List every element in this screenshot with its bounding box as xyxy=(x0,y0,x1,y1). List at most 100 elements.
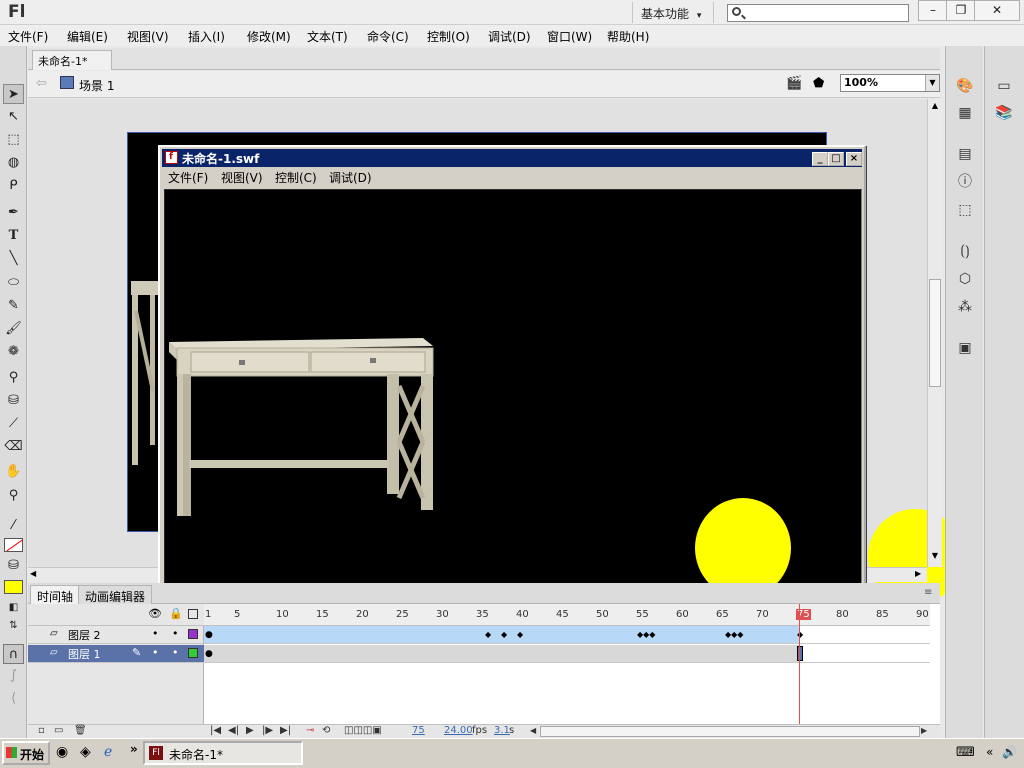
swf-menu-view[interactable]: 视图(V) xyxy=(221,167,263,186)
first-frame-icon[interactable]: |◀ xyxy=(210,725,221,736)
volume-icon[interactable]: 🔊 xyxy=(1002,745,1017,759)
menu-debug[interactable]: 调试(D) xyxy=(488,25,531,45)
motion-presets-icon[interactable]: ⁂ xyxy=(955,297,975,317)
lock-dot[interactable]: • xyxy=(172,646,179,659)
delete-layer-icon[interactable]: 🗑 xyxy=(74,725,87,736)
free-transform-tool-icon[interactable]: ⬚ xyxy=(3,130,24,150)
zoom-tool-icon[interactable]: ⚲ xyxy=(3,486,24,506)
menu-window[interactable]: 窗口(W) xyxy=(547,25,592,45)
visibility-dot[interactable]: • xyxy=(152,627,159,640)
center-frame-icon[interactable]: ⊸ xyxy=(306,725,314,736)
ie-icon[interactable]: ℯ xyxy=(104,744,112,760)
tab-motion-editor[interactable]: 动画编辑器 xyxy=(78,585,153,604)
menu-insert[interactable]: 插入(I) xyxy=(188,25,225,45)
app-icon[interactable]: ◈ xyxy=(80,744,91,760)
frame-rate[interactable]: 24.00 xyxy=(444,725,473,736)
stroke-color-swatch[interactable] xyxy=(4,538,23,552)
color-panel-icon[interactable]: 🎨 xyxy=(955,76,975,96)
scroll-right-icon[interactable]: ▶ xyxy=(921,726,927,735)
lasso-tool-icon[interactable]: ᑭ xyxy=(3,176,24,196)
end-frame-marker[interactable] xyxy=(797,646,803,661)
panel-menu-icon[interactable]: ≡ xyxy=(924,587,932,598)
paint-bucket-tool-icon[interactable]: ⛁ xyxy=(3,391,24,411)
play-icon[interactable]: ▶ xyxy=(246,725,254,736)
stage-vertical-scrollbar[interactable]: ▲ ▼ xyxy=(927,99,942,567)
scroll-up-icon[interactable]: ▲ xyxy=(929,101,941,113)
new-folder-icon[interactable]: ▭ xyxy=(54,725,63,736)
eye-icon[interactable]: 👁 xyxy=(148,607,162,620)
deco-tool-icon[interactable]: ❁ xyxy=(3,342,24,362)
stage-table-partial[interactable] xyxy=(128,281,162,471)
swf-menu-control[interactable]: 控制(C) xyxy=(275,167,317,186)
help-search-input[interactable] xyxy=(727,4,909,22)
eyedropper-tool-icon[interactable]: ⟋ xyxy=(3,414,24,434)
keyframe-diamond[interactable]: ◆ xyxy=(517,630,523,639)
quicklaunch-more[interactable]: » xyxy=(130,742,138,756)
layer-row-selected[interactable]: ▱ 图层 1 ✎ • • xyxy=(28,645,204,663)
menu-view[interactable]: 视图(V) xyxy=(127,25,169,45)
snap-to-objects-icon[interactable]: ∩ xyxy=(3,644,24,664)
bone-tool-icon[interactable]: ⚲ xyxy=(3,368,24,388)
components-panel-icon[interactable]: ⬡ xyxy=(955,269,975,289)
scroll-right-icon[interactable]: ▶ xyxy=(915,569,921,578)
edit-symbols-icon[interactable]: ⬟ xyxy=(813,76,824,91)
start-button[interactable]: 开始 xyxy=(2,741,50,765)
keyframe-diamond[interactable]: ◆ xyxy=(485,630,491,639)
text-tool-icon[interactable]: T xyxy=(3,226,24,246)
keyboard-icon[interactable]: ⌨ xyxy=(956,745,975,760)
swf-menu-debug[interactable]: 调试(D) xyxy=(329,167,372,186)
library-panel-icon[interactable]: 📚 xyxy=(994,103,1014,123)
swap-colors-icon[interactable]: ⇅ xyxy=(3,616,24,636)
menu-text[interactable]: 文本(T) xyxy=(307,25,348,45)
taskbar-item-flash[interactable]: Fl 未命名-1* xyxy=(143,741,303,765)
subselection-tool-icon[interactable]: ↖ xyxy=(3,107,24,127)
document-tab[interactable]: 未命名-1* × xyxy=(32,50,112,82)
3d-rotation-tool-icon[interactable]: ◍ xyxy=(3,153,24,173)
align-panel-icon[interactable]: ▤ xyxy=(955,144,975,164)
actions-panel-icon[interactable]: ⟮⟯ xyxy=(955,241,975,261)
scroll-left-icon[interactable]: ◀ xyxy=(30,569,36,578)
keyframe-diamond[interactable]: ◆ xyxy=(501,630,507,639)
back-arrow-icon[interactable]: ⇦ xyxy=(36,76,47,91)
edit-scene-icon[interactable]: 🎬 xyxy=(786,76,802,91)
prev-frame-icon[interactable]: ◀| xyxy=(228,725,239,736)
keyframe-diamond[interactable]: ◆◆◆ xyxy=(725,630,743,639)
swf-title-bar[interactable]: f 未命名-1.swf _ □ × xyxy=(162,149,862,167)
pencil-tool-icon[interactable]: ✎ xyxy=(3,296,24,316)
straighten-icon[interactable]: ⟨ xyxy=(3,689,24,709)
current-frame[interactable]: 75 xyxy=(412,725,425,736)
minimize-button[interactable]: – xyxy=(918,0,948,21)
menu-edit[interactable]: 编辑(E) xyxy=(67,25,108,45)
black-white-icon[interactable]: ◧ xyxy=(3,598,24,618)
restore-button[interactable]: ❐ xyxy=(946,0,976,21)
loop-icon[interactable]: ⟲ xyxy=(322,725,330,736)
keyframe-dot[interactable]: ● xyxy=(205,630,213,640)
frame-row-layer-2[interactable]: ● ◆ ◆ ◆ ◆◆◆ ◆◆◆ ◆ xyxy=(204,626,930,644)
zoom-select[interactable]: 100% ▼ xyxy=(840,74,940,92)
pen-tool-icon[interactable]: ✒ xyxy=(3,203,24,223)
outline-icon[interactable] xyxy=(188,609,198,619)
chevron-down-icon[interactable]: ▼ xyxy=(925,75,939,91)
vertical-scroll-thumb[interactable] xyxy=(929,279,941,387)
brush-tool-icon[interactable]: 🖌 xyxy=(3,319,24,339)
swf-minimize-button[interactable]: _ xyxy=(812,152,828,166)
smooth-icon[interactable]: ∫ xyxy=(3,666,24,686)
last-frame-icon[interactable]: ▶| xyxy=(280,725,291,736)
fill-color-swatch[interactable] xyxy=(4,580,23,594)
timeline-ruler[interactable]: 1 5 10 15 20 25 30 35 40 45 50 55 60 65 … xyxy=(204,604,930,626)
frame-grid[interactable]: ● ◆ ◆ ◆ ◆◆◆ ◆◆◆ ◆ ● xyxy=(204,604,930,724)
playhead[interactable] xyxy=(799,604,800,724)
lock-dot[interactable]: • xyxy=(172,627,179,640)
menu-control[interactable]: 控制(O) xyxy=(427,25,470,45)
new-layer-icon[interactable]: ▫ xyxy=(38,725,45,736)
lock-icon[interactable]: 🔒 xyxy=(169,607,183,620)
visibility-dot[interactable]: • xyxy=(152,646,159,659)
workspace-switcher[interactable]: 基本功能 ▾ xyxy=(632,2,714,23)
properties-panel-icon[interactable]: ▭ xyxy=(994,76,1014,96)
info-panel-icon[interactable]: ⓘ xyxy=(955,172,975,192)
keyframe-dot[interactable]: ● xyxy=(205,649,213,659)
keyframe-diamond[interactable]: ◆◆◆ xyxy=(637,630,655,639)
project-panel-icon[interactable]: ▣ xyxy=(955,338,975,358)
tab-timeline[interactable]: 时间轴 xyxy=(30,585,81,604)
swf-close-button[interactable]: × xyxy=(846,152,862,166)
